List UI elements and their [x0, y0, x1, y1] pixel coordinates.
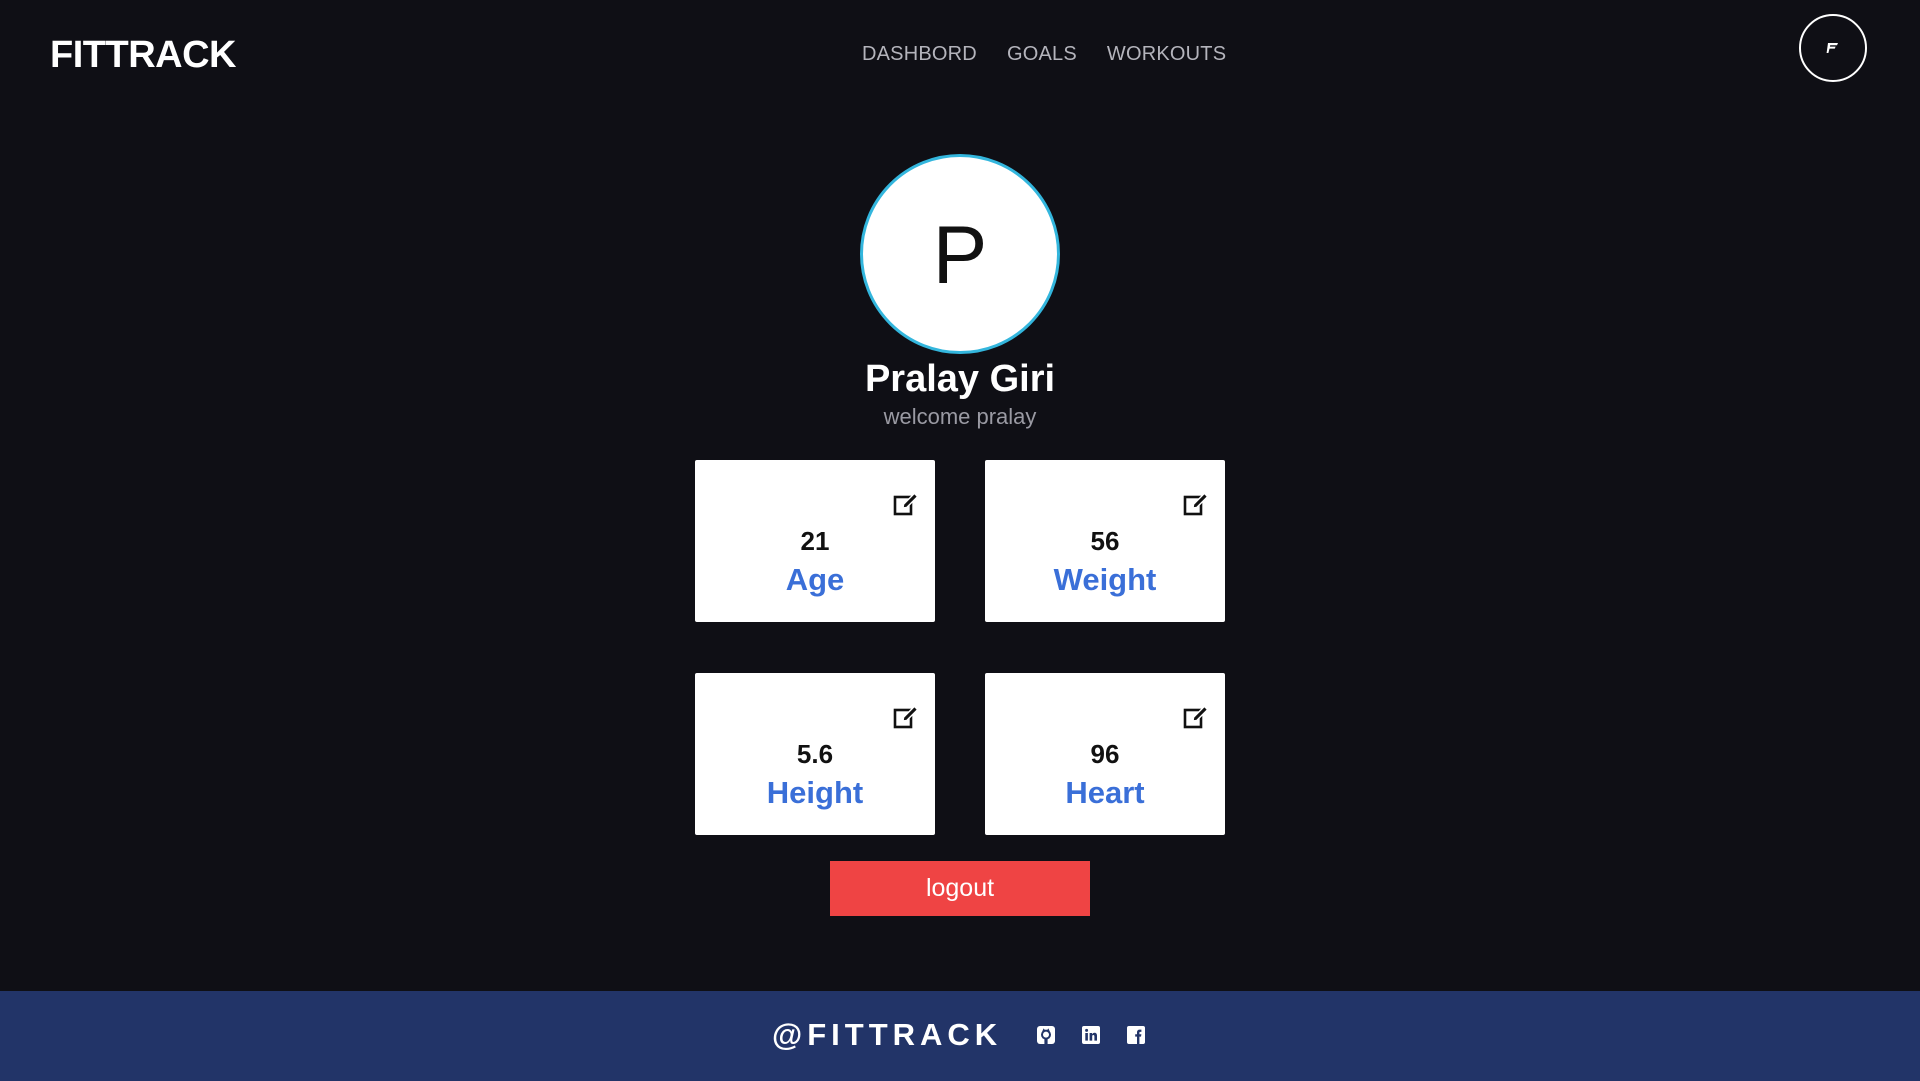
footer-brand: @FITTRACK	[772, 1017, 1003, 1052]
footer: @FITTRACK	[0, 991, 1920, 1081]
edit-icon[interactable]	[1182, 490, 1210, 518]
stat-label-heart: Heart	[1065, 775, 1145, 810]
linkedin-icon	[1082, 1026, 1100, 1044]
stat-value-weight: 56	[1090, 526, 1120, 556]
stat-value-height: 5.6	[796, 739, 834, 769]
github-link[interactable]	[1035, 1024, 1057, 1046]
stat-label-weight: Weight	[1053, 562, 1157, 597]
stat-card-age: 21 Age	[695, 460, 935, 622]
stat-value-heart: 96	[1090, 739, 1120, 769]
app-logo[interactable]: FITTRACK	[50, 30, 236, 80]
stat-label-age: Age	[785, 562, 845, 597]
edit-icon[interactable]	[892, 490, 920, 518]
main-nav: DASHBORD GOALS WORKOUTS	[862, 40, 1226, 68]
profile-page: FITTRACK DASHBORD GOALS WORKOUTS P Prala…	[0, 0, 1920, 1081]
facebook-icon	[1127, 1026, 1145, 1044]
profile-initial: P	[932, 210, 988, 301]
stat-card-height: 5.6 Height	[695, 673, 935, 835]
account-menu-button[interactable]	[1799, 14, 1867, 82]
github-icon	[1037, 1026, 1055, 1044]
edit-icon[interactable]	[892, 703, 920, 731]
profile-subtitle: welcome pralay	[883, 404, 1037, 429]
edit-icon[interactable]	[1182, 703, 1210, 731]
nav-goals[interactable]: GOALS	[1007, 40, 1077, 68]
stat-card-heart: 96 Heart	[985, 673, 1225, 835]
facebook-link[interactable]	[1125, 1024, 1147, 1046]
stat-card-weight: 56 Weight	[985, 460, 1225, 622]
stat-value-age: 21	[800, 526, 830, 556]
linkedin-link[interactable]	[1080, 1024, 1102, 1046]
flag-logo-icon	[1826, 43, 1838, 53]
stat-label-height: Height	[766, 775, 864, 810]
profile-name: Pralay Giri	[864, 358, 1056, 400]
logout-button[interactable]: logout	[830, 861, 1090, 916]
nav-workouts[interactable]: WORKOUTS	[1107, 40, 1226, 68]
profile-avatar: P	[860, 154, 1060, 354]
nav-dashboard[interactable]: DASHBORD	[862, 40, 977, 68]
